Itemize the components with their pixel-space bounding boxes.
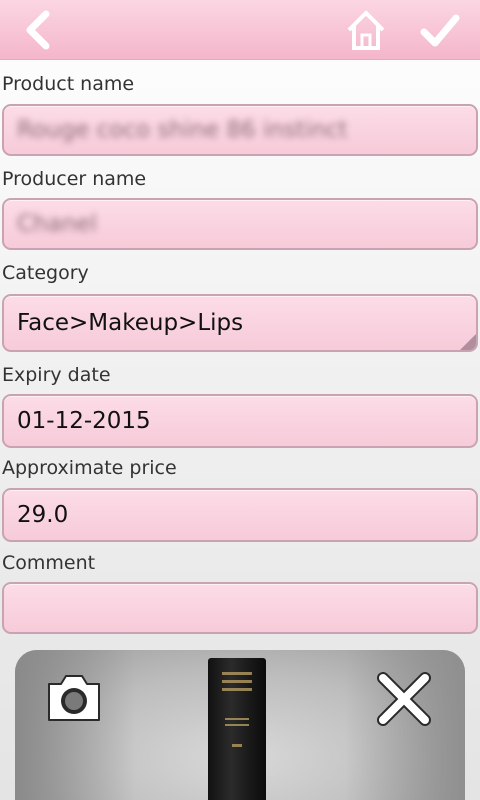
comment-field[interactable]: [2, 582, 478, 634]
price-label: Approximate price: [2, 457, 177, 479]
back-arrow-icon: [26, 10, 50, 50]
expiry-date-label: Expiry date: [2, 364, 111, 386]
take-photo-button[interactable]: [45, 670, 103, 728]
expiry-date-field[interactable]: 01-12-2015: [2, 394, 478, 448]
home-icon: [347, 10, 385, 50]
producer-name-value: Chanel: [17, 211, 97, 237]
save-button[interactable]: [418, 8, 462, 52]
expiry-date-value: 01-12-2015: [17, 408, 151, 434]
checkmark-icon: [420, 14, 460, 47]
product-name-value: Rouge coco shine 86 instinct: [17, 117, 348, 143]
category-spinner[interactable]: Face>Makeup>Lips: [2, 294, 478, 352]
product-image: [208, 658, 266, 800]
home-button[interactable]: [344, 8, 388, 52]
camera-icon: [48, 675, 100, 721]
comment-label: Comment: [2, 552, 96, 574]
remove-photo-button[interactable]: [375, 670, 433, 732]
dropdown-indicator-icon: [460, 334, 476, 350]
producer-name-label: Producer name: [2, 168, 147, 190]
category-value: Face>Makeup>Lips: [17, 310, 244, 336]
close-icon: [377, 672, 431, 726]
price-value: 29.0: [17, 502, 69, 528]
product-name-field[interactable]: Rouge coco shine 86 instinct: [2, 104, 478, 156]
category-label: Category: [2, 262, 89, 284]
back-button[interactable]: [18, 8, 62, 52]
action-bar: [0, 0, 480, 60]
producer-name-field[interactable]: Chanel: [2, 198, 478, 250]
product-name-label: Product name: [2, 73, 135, 95]
product-photo[interactable]: [15, 650, 465, 800]
price-field[interactable]: 29.0: [2, 488, 478, 542]
